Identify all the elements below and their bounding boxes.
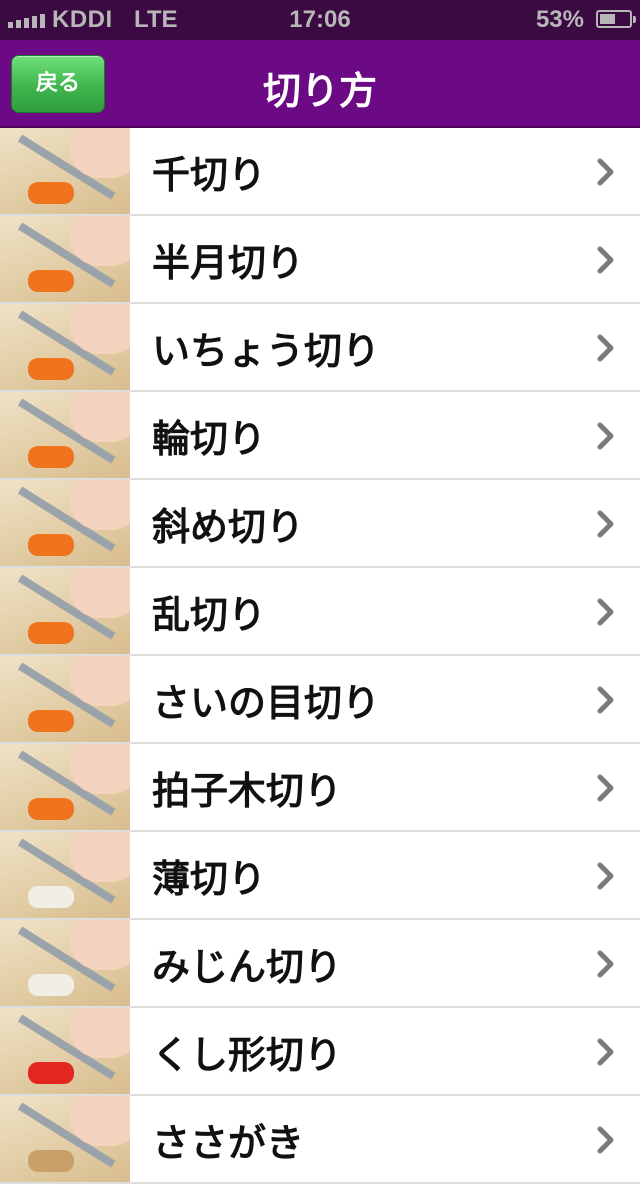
- thumbnail-image: [0, 1096, 130, 1182]
- thumbnail-image: [0, 304, 130, 390]
- thumbnail-image: [0, 920, 130, 1006]
- page-title: 切り方: [262, 69, 377, 113]
- list-item-label: ささがき: [152, 1121, 305, 1165]
- list-item-label: いちょう切り: [152, 329, 381, 373]
- thumbnail-image: [0, 656, 130, 742]
- list-item-label: 斜め切り: [152, 505, 305, 549]
- list-item-label: くし形切り: [152, 1033, 343, 1077]
- list-item-label: 薄切り: [152, 857, 267, 901]
- battery-icon: [596, 10, 636, 28]
- navigation-bar: 戻る 切り方: [0, 40, 640, 128]
- thumbnail-image: [0, 832, 130, 918]
- thumbnail-image: [0, 392, 130, 478]
- list-item[interactable]: 輪切り: [0, 392, 640, 480]
- chevron-right-icon: [597, 950, 614, 978]
- list-item-label: さいの目切り: [152, 681, 381, 725]
- list-item[interactable]: 半月切り: [0, 216, 640, 304]
- list-item-label: 千切り: [152, 153, 267, 197]
- battery-percent: 53%: [535, 6, 584, 33]
- thumbnail-image: [0, 216, 130, 302]
- chevron-right-icon: [597, 1126, 614, 1154]
- chevron-right-icon: [597, 862, 614, 890]
- thumbnail-image: [0, 128, 130, 214]
- chevron-right-icon: [597, 1038, 614, 1066]
- list-item[interactable]: いちょう切り: [0, 304, 640, 392]
- list-item[interactable]: 拍子木切り: [0, 744, 640, 832]
- chevron-right-icon: [597, 158, 614, 186]
- list-item[interactable]: 薄切り: [0, 832, 640, 920]
- status-bar: KDDI LTE 17:06 53%: [0, 0, 640, 40]
- thumbnail-image: [0, 568, 130, 654]
- thumbnail-image: [0, 480, 130, 566]
- chevron-right-icon: [597, 422, 614, 450]
- thumbnail-image: [0, 744, 130, 830]
- list-item[interactable]: さいの目切り: [0, 656, 640, 744]
- chevron-right-icon: [597, 246, 614, 274]
- list-item-label: 半月切り: [152, 241, 305, 285]
- list-item[interactable]: みじん切り: [0, 920, 640, 1008]
- cutting-method-list: 千切り 半月切り いちょう切り 輪切り 斜め切り 乱切り さいの目切り 拍子木切…: [0, 128, 640, 1184]
- list-item[interactable]: 千切り: [0, 128, 640, 216]
- chevron-right-icon: [597, 774, 614, 802]
- chevron-right-icon: [597, 686, 614, 714]
- chevron-right-icon: [597, 510, 614, 538]
- list-item[interactable]: 斜め切り: [0, 480, 640, 568]
- chevron-right-icon: [597, 334, 614, 362]
- list-item-label: 乱切り: [152, 593, 267, 637]
- list-item[interactable]: くし形切り: [0, 1008, 640, 1096]
- list-item-label: 輪切り: [152, 417, 267, 461]
- list-item-label: 拍子木切り: [152, 769, 343, 813]
- list-item-label: みじん切り: [152, 945, 343, 989]
- list-item[interactable]: 乱切り: [0, 568, 640, 656]
- thumbnail-image: [0, 1008, 130, 1094]
- list-item[interactable]: ささがき: [0, 1096, 640, 1184]
- chevron-right-icon: [597, 598, 614, 626]
